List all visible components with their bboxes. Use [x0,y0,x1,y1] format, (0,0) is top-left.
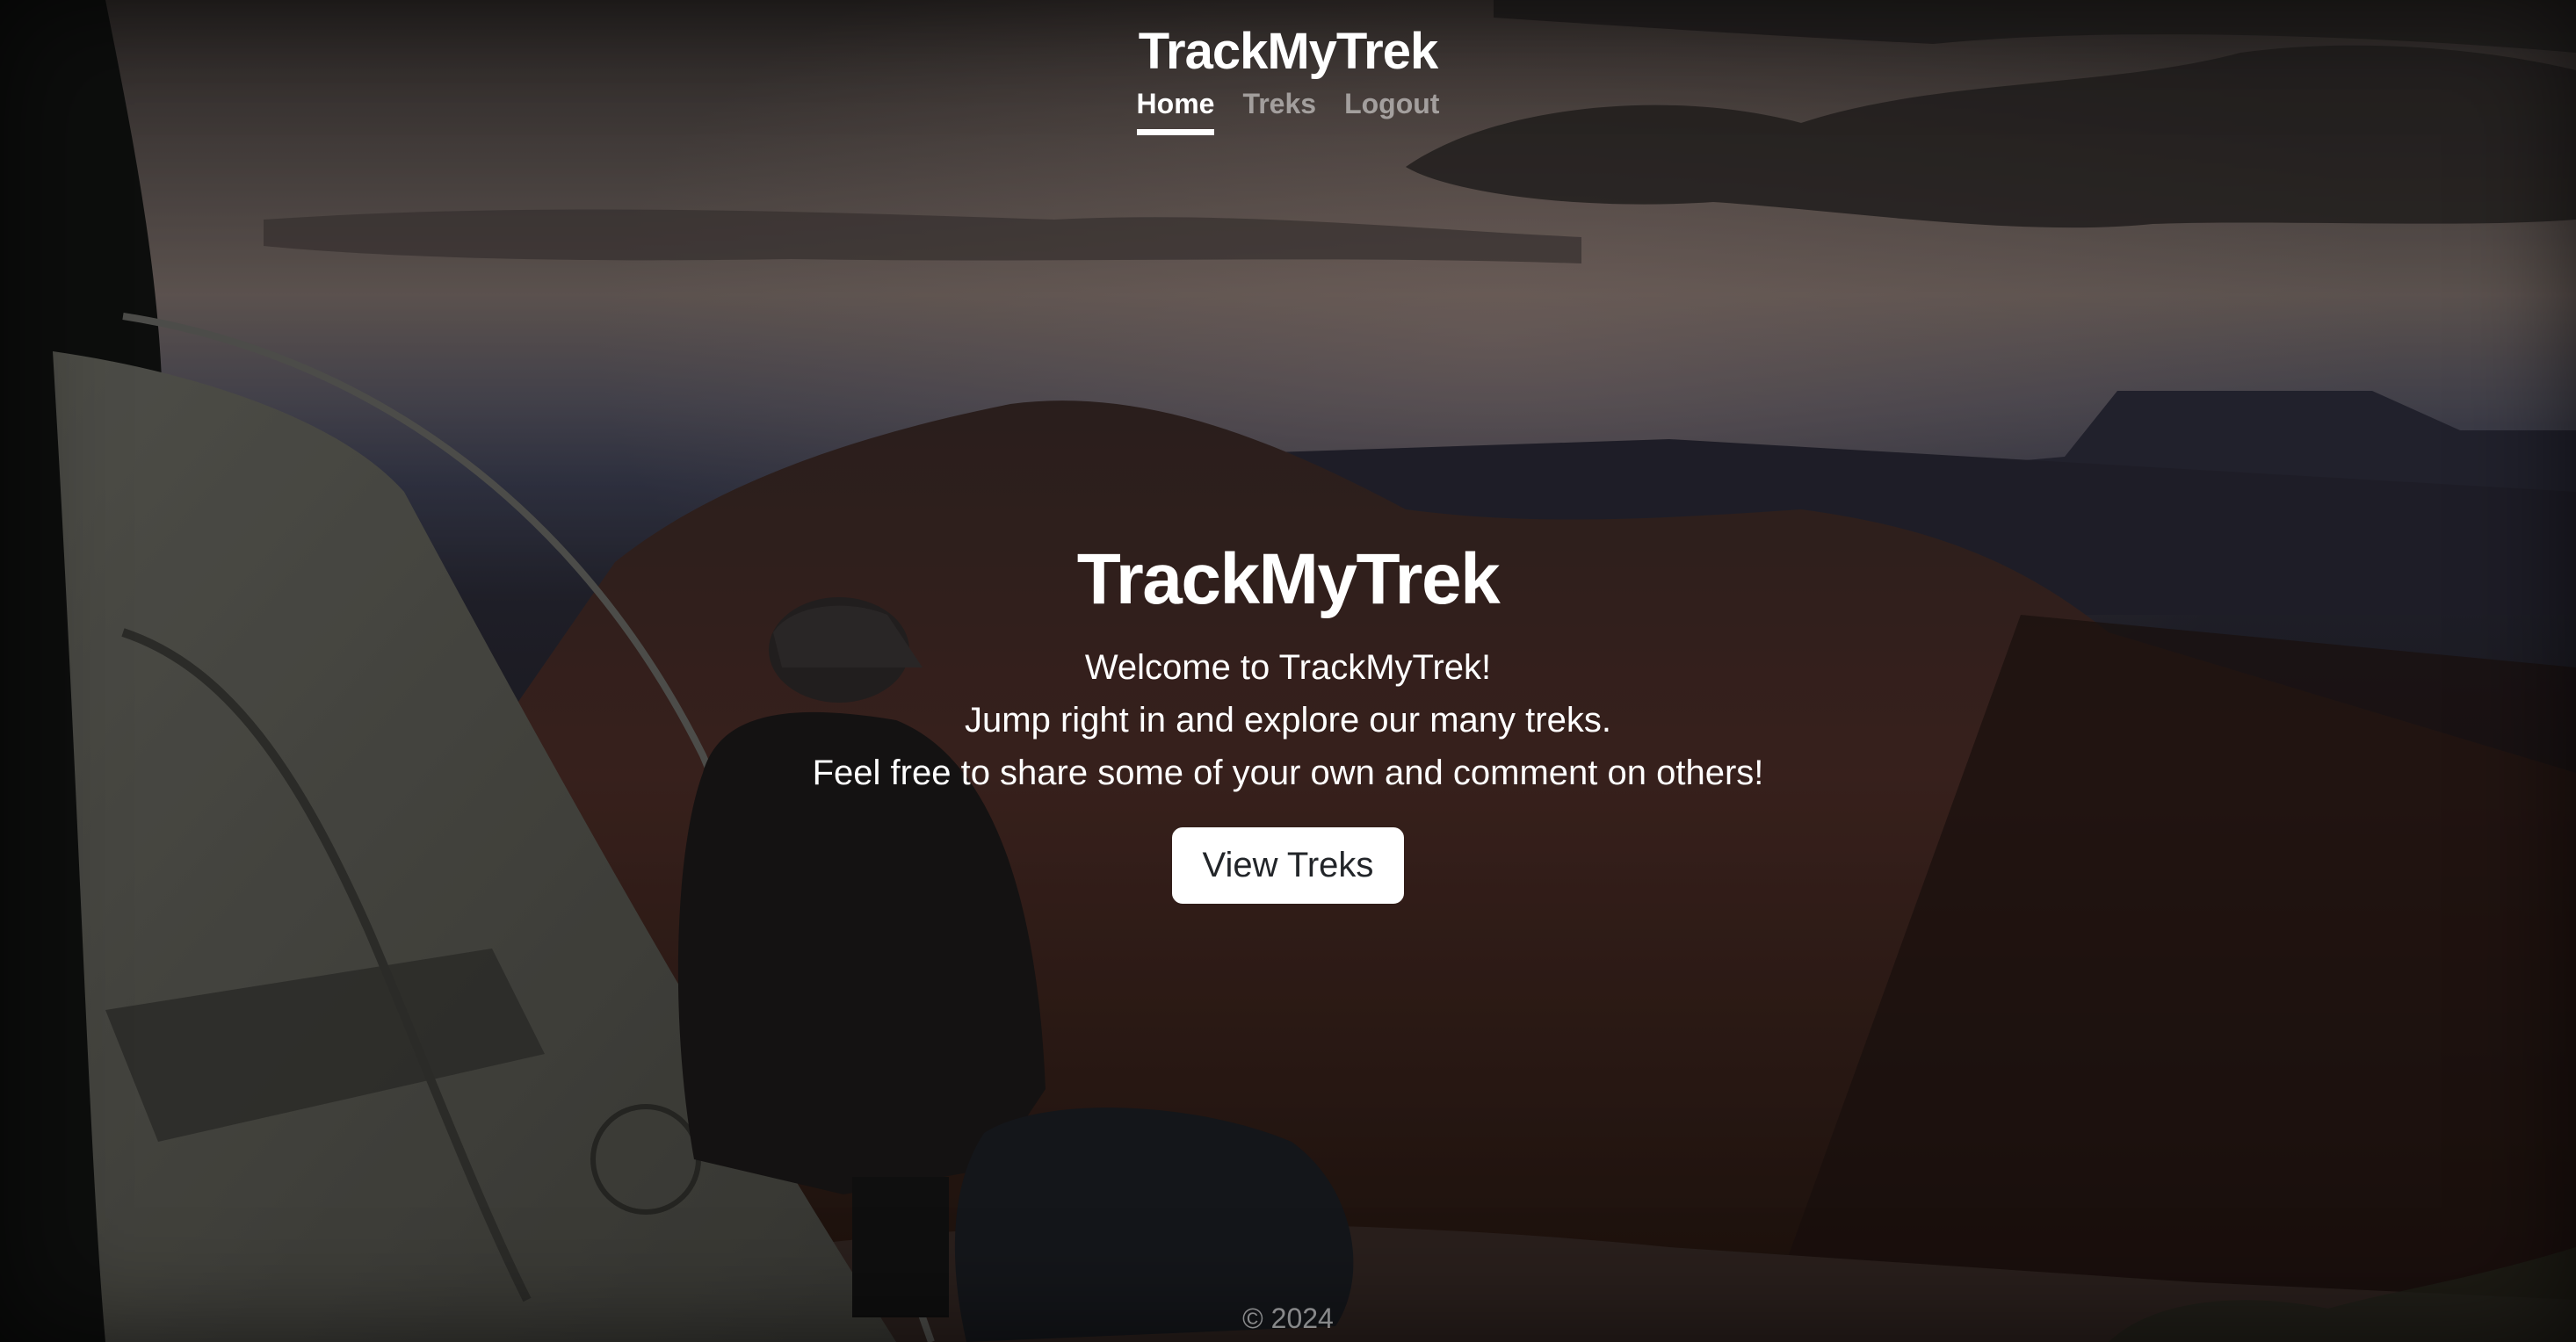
copyright-text: © 2024 [1242,1302,1334,1334]
hero-explore-line: Jump right in and explore our many treks… [965,701,1611,740]
site-brand: TrackMyTrek [1138,23,1438,80]
hero-text: Welcome to TrackMyTrek! Jump right in an… [0,641,2576,799]
hero-share-line: Feel free to share some of your own and … [812,754,1764,792]
main-nav: Home Treks Logout [0,88,2576,135]
view-treks-button[interactable]: View Treks [1171,827,1405,904]
hero-title: TrackMyTrek [1076,539,1501,619]
site-footer: © 2024 [0,1302,2576,1335]
nav-home-link[interactable]: Home [1136,88,1215,135]
site-header: TrackMyTrek Home Treks Logout [0,0,2576,135]
nav-treks-link[interactable]: Treks [1242,88,1316,135]
page: TrackMyTrek Home Treks Logout TrackMyTre… [0,0,2576,1342]
hero-welcome-line: Welcome to TrackMyTrek! [1084,648,1492,687]
nav-logout-link[interactable]: Logout [1344,88,1439,135]
hero-section: TrackMyTrek Welcome to TrackMyTrek! Jump… [0,538,2576,904]
